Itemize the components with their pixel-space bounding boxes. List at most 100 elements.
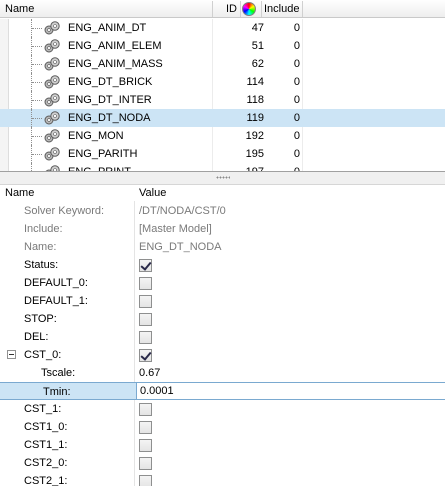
entity-properties-panel: Name Value Solver Keyword: /DT/NODA/CST/… xyxy=(0,185,445,486)
prop-row-stop: STOP: xyxy=(0,310,445,328)
del-checkbox[interactable] xyxy=(139,331,152,344)
tree-item[interactable]: ENG_DT_NODA 119 0 xyxy=(0,109,445,127)
solver-keyword-label: Solver Keyword: xyxy=(24,205,105,217)
tree-item-id: 192 xyxy=(245,130,264,142)
properties-header-name: Name xyxy=(5,187,35,199)
column-header-id[interactable]: ID xyxy=(213,0,237,18)
column-header-name[interactable]: Name xyxy=(5,0,34,18)
entity-tree-panel: Name ID Include ENG_ANIM_DT 47 0 ENG_ANIM_E… xyxy=(0,0,445,172)
tree-item-name: ENG_PRINT xyxy=(68,166,131,172)
tree-item-id: 195 xyxy=(245,148,264,160)
cst2-0-label: CST2_0: xyxy=(24,457,68,469)
tree-item-id: 118 xyxy=(246,94,264,106)
tree-item[interactable]: ENG_ANIM_ELEM 51 0 xyxy=(0,37,445,55)
tree-item[interactable]: ENG_ANIM_MASS 62 0 xyxy=(0,55,445,73)
tree-item-name: ENG_MON xyxy=(68,130,124,142)
status-label: Status: xyxy=(24,259,59,271)
prop-row-cst2-0: CST2_0: xyxy=(0,454,445,472)
default-1-label: DEFAULT_1: xyxy=(24,295,88,307)
cst1-0-checkbox[interactable] xyxy=(139,421,152,434)
tree-item-include: 0 xyxy=(293,94,300,106)
tree-item-include: 0 xyxy=(293,22,300,34)
default-0-checkbox[interactable] xyxy=(139,277,152,290)
tree-item[interactable]: ENG_DT_INTER 118 0 xyxy=(0,91,445,109)
cst2-1-checkbox[interactable] xyxy=(139,475,152,486)
tree-item[interactable]: ENG_ANIM_DT 47 0 xyxy=(0,19,445,37)
tree-item-name: ENG_ANIM_MASS xyxy=(68,58,163,70)
tree-item[interactable]: ENG_PRINT 197 0 xyxy=(0,163,445,172)
tree-header: Name ID Include xyxy=(0,0,445,18)
tree-connector xyxy=(31,163,32,171)
gear-stack-icon xyxy=(44,147,60,161)
tree-item-include: 0 xyxy=(293,40,300,52)
tscale-field[interactable]: 0.67 xyxy=(139,364,160,382)
prop-row-tmin: Tmin: 0.0001 xyxy=(0,382,445,400)
gear-stack-icon xyxy=(44,93,60,107)
tree-connector xyxy=(32,100,42,101)
prop-row-status: Status: xyxy=(0,256,445,274)
include-value: [Master Model] xyxy=(139,223,212,235)
status-checkbox[interactable] xyxy=(139,259,152,272)
properties-header-value: Value xyxy=(139,187,167,199)
gear-stack-icon xyxy=(44,111,60,125)
gear-stack-icon xyxy=(44,75,60,89)
default-0-label: DEFAULT_0: xyxy=(24,277,88,289)
tree-item-name: ENG_PARITH xyxy=(68,148,138,160)
cst1-1-checkbox[interactable] xyxy=(139,439,152,452)
tree-item-include: 0 xyxy=(293,130,300,142)
include-label: Include: xyxy=(24,223,63,235)
tree-item-name: ENG_ANIM_DT xyxy=(68,22,147,34)
cst-1-checkbox[interactable] xyxy=(139,403,152,416)
tree-connector xyxy=(32,118,42,119)
collapse-minus-icon[interactable] xyxy=(7,350,16,359)
prop-row-default-1: DEFAULT_1: xyxy=(0,292,445,310)
pane-splitter[interactable] xyxy=(0,172,445,185)
tree-item[interactable]: ENG_MON 192 0 xyxy=(0,127,445,145)
tree-item-id: 119 xyxy=(246,112,264,124)
tree-item-id: 197 xyxy=(245,166,264,172)
tree-connector xyxy=(32,82,42,83)
gear-stack-icon xyxy=(44,39,60,53)
tree-item-include: 0 xyxy=(293,148,300,160)
tree-item-id: 114 xyxy=(246,76,264,88)
prop-row-cst1-0: CST1_0: xyxy=(0,418,445,436)
tscale-label: Tscale: xyxy=(41,367,76,379)
prop-row-cst2-1: CST2_1: xyxy=(0,472,445,486)
prop-row-solver-keyword: Solver Keyword: /DT/NODA/CST/0 xyxy=(0,202,445,220)
prop-row-cst-1: CST_1: xyxy=(0,400,445,418)
tree-item-id: 51 xyxy=(251,40,264,52)
tree-connector xyxy=(32,28,42,29)
tree-connector xyxy=(32,136,42,137)
name-value: ENG_DT_NODA xyxy=(139,241,222,253)
tree-item[interactable]: ENG_PARITH 195 0 xyxy=(0,145,445,163)
tree-item-include: 0 xyxy=(293,112,300,124)
tree-item-include: 0 xyxy=(293,76,300,88)
cst1-1-label: CST1_1: xyxy=(24,439,68,451)
prop-row-del: DEL: xyxy=(0,328,445,346)
prop-row-default-0: DEFAULT_0: xyxy=(0,274,445,292)
prop-row-tscale: Tscale: 0.67 xyxy=(0,364,445,382)
prop-row-include: Include: [Master Model] xyxy=(0,220,445,238)
color-wheel-icon[interactable] xyxy=(242,2,256,16)
cst-1-label: CST_1: xyxy=(24,403,62,415)
gear-stack-icon xyxy=(44,129,60,143)
gear-stack-icon xyxy=(44,57,60,71)
tree-connector xyxy=(32,154,42,155)
cst-0-checkbox[interactable] xyxy=(139,349,152,362)
splitter-grip-icon[interactable] xyxy=(216,176,230,179)
name-label: Name: xyxy=(24,241,57,253)
gear-stack-icon xyxy=(44,21,60,35)
tree-item-name: ENG_ANIM_ELEM xyxy=(68,40,162,52)
prop-row-name: Name: ENG_DT_NODA xyxy=(0,238,445,256)
cst1-0-label: CST1_0: xyxy=(24,421,68,433)
stop-checkbox[interactable] xyxy=(139,313,152,326)
del-label: DEL: xyxy=(24,331,49,343)
cst2-0-checkbox[interactable] xyxy=(139,457,152,470)
tree-item[interactable]: ENG_DT_BRICK 114 0 xyxy=(0,73,445,91)
properties-header: Name Value xyxy=(0,185,445,201)
column-header-include[interactable]: Include xyxy=(264,0,299,18)
cst2-1-label: CST2_1: xyxy=(24,475,68,486)
tmin-label: Tmin: xyxy=(43,386,71,398)
default-1-checkbox[interactable] xyxy=(139,295,152,308)
tmin-field[interactable]: 0.0001 xyxy=(136,383,445,399)
